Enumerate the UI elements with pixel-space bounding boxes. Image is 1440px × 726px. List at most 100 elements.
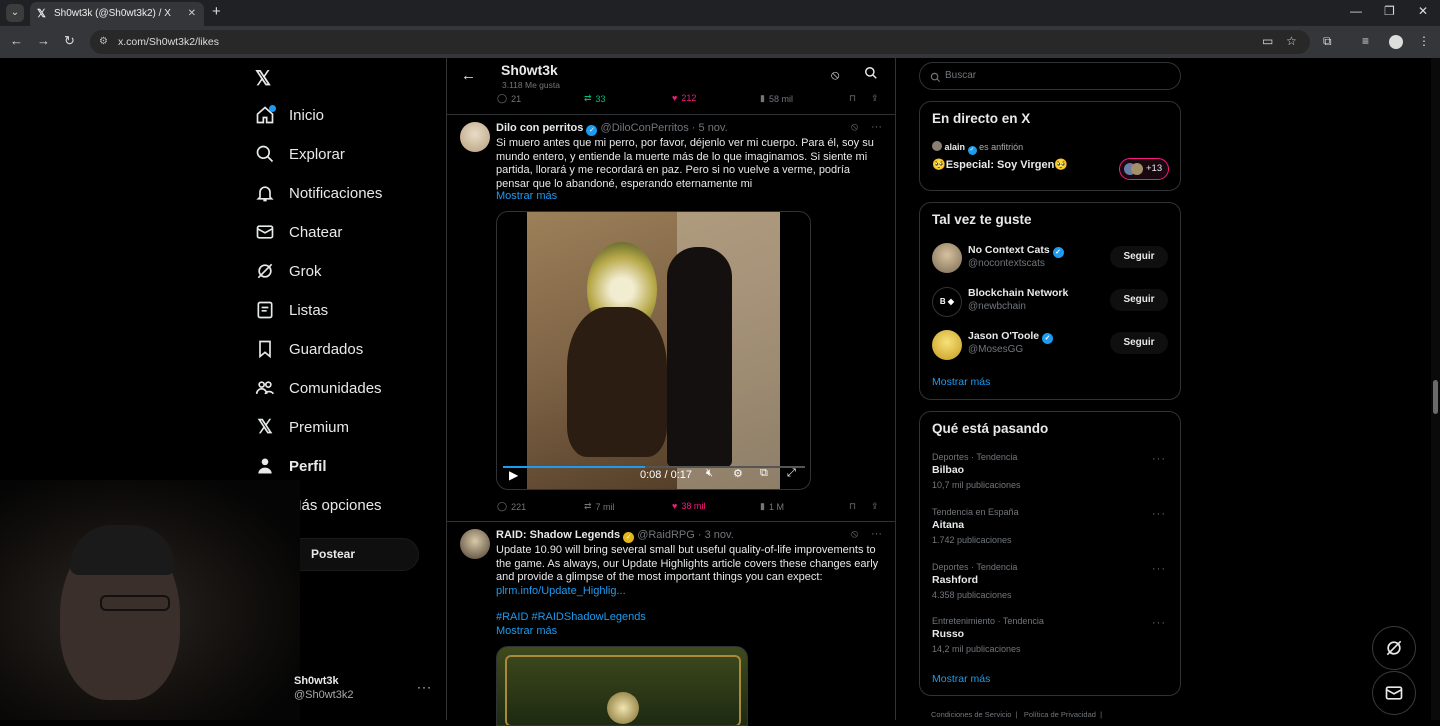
media-icon[interactable]: ≡: [1362, 34, 1369, 48]
bookmark-icon[interactable]: ⊓: [849, 501, 856, 512]
show-more-link[interactable]: Mostrar más: [932, 376, 990, 388]
verified-badge-icon: ✓: [586, 125, 598, 136]
trend-more-icon[interactable]: ···: [1152, 563, 1166, 575]
share-icon[interactable]: ⇪: [871, 501, 879, 512]
bookmark-icon[interactable]: ⊓: [849, 93, 856, 104]
like-action[interactable]: ♥ 212: [672, 93, 696, 103]
like-action[interactable]: ♥ 38 mil: [672, 501, 705, 511]
back-icon[interactable]: ←: [10, 33, 23, 48]
tweet-date[interactable]: · 3 nov.: [698, 529, 734, 541]
avatar[interactable]: [932, 243, 962, 273]
account-more-icon[interactable]: ···: [417, 680, 432, 694]
restore-icon[interactable]: ❐: [1384, 4, 1395, 18]
follow-button[interactable]: Seguir: [1110, 246, 1168, 268]
tweet-image[interactable]: [496, 646, 748, 726]
tab-search-button[interactable]: ⌄: [6, 4, 24, 22]
messages-fab[interactable]: [1372, 671, 1416, 715]
x-logo-icon[interactable]: 𝕏: [255, 66, 271, 91]
more-icon[interactable]: ···: [871, 121, 882, 133]
mail-icon: [1385, 686, 1403, 700]
avatar[interactable]: [932, 330, 962, 360]
site-info-icon[interactable]: ⚙: [99, 30, 108, 54]
show-more-link[interactable]: Mostrar más: [932, 673, 990, 685]
close-window-icon[interactable]: ✕: [1418, 4, 1428, 18]
author-name[interactable]: RAID: Shadow Legends: [496, 529, 620, 541]
grok-fab[interactable]: [1372, 626, 1416, 670]
views-action[interactable]: ▮ 58 mil: [760, 93, 793, 104]
suggest-name[interactable]: Jason O'Toole ✓: [968, 330, 1054, 344]
browser-menu-icon[interactable]: ⋮: [1418, 34, 1430, 48]
live-host[interactable]: alain ✓ es anfitrión: [932, 141, 1023, 155]
trend-more-icon[interactable]: ···: [1152, 508, 1166, 520]
repost-action[interactable]: ⇄ 33: [584, 93, 606, 104]
trend-name[interactable]: Bilbao: [932, 464, 964, 476]
sidebar-item-grok[interactable]: Grok: [254, 257, 434, 285]
author-handle[interactable]: @RaidRPG: [637, 529, 695, 541]
play-icon[interactable]: ▶: [509, 468, 518, 482]
sidebar-item-guardados[interactable]: Guardados: [254, 335, 434, 363]
divider: [447, 114, 895, 115]
sidebar-item-premium[interactable]: 𝕏 Premium: [254, 413, 434, 441]
tweet-link[interactable]: plrm.info/Update_Highlig...: [496, 585, 626, 597]
search-input[interactable]: Buscar: [919, 62, 1181, 90]
views-action[interactable]: ▮ 1 M: [760, 501, 784, 512]
sidebar-item-notificaciones[interactable]: Notificaciones: [254, 179, 434, 207]
new-tab-button[interactable]: +: [212, 3, 221, 20]
suggest-name[interactable]: No Context Cats ✓: [968, 244, 1064, 258]
back-arrow-icon[interactable]: ←: [461, 67, 476, 84]
pip-icon[interactable]: ⧉: [760, 467, 768, 480]
search-icon[interactable]: [864, 66, 878, 85]
author-handle[interactable]: @DiloConPerritos: [601, 122, 689, 134]
share-icon[interactable]: ⇪: [871, 93, 879, 104]
page-scrollbar[interactable]: [1431, 58, 1440, 720]
listeners-pill[interactable]: +13: [1119, 158, 1169, 180]
more-icon[interactable]: ···: [871, 528, 882, 540]
trend-more-icon[interactable]: ···: [1152, 617, 1166, 629]
author-name[interactable]: Dilo con perritos: [496, 122, 583, 134]
settings-icon[interactable]: ⚙: [733, 467, 743, 480]
cast-icon[interactable]: ▭: [1262, 34, 1273, 48]
live-title: En directo en X: [932, 111, 1031, 126]
follow-button[interactable]: Seguir: [1110, 332, 1168, 354]
sidebar-item-chatear[interactable]: Chatear: [254, 218, 434, 246]
scrollbar-thumb[interactable]: [1433, 380, 1438, 414]
forward-icon[interactable]: →: [37, 33, 50, 48]
sidebar-item-comunidades[interactable]: Comunidades: [254, 374, 434, 402]
grok-icon[interactable]: ⦸: [851, 121, 858, 134]
trend-name[interactable]: Rashford: [932, 574, 978, 586]
close-tab-icon[interactable]: ✕: [188, 2, 196, 26]
space-title[interactable]: 🥺Especial: Soy Virgen🥺: [932, 158, 1068, 171]
footer-links[interactable]: Condiciones de Servicio | Política de Pr…: [931, 710, 1102, 719]
suggest-name[interactable]: Blockchain Network: [968, 287, 1068, 299]
avatar[interactable]: [460, 529, 490, 559]
sidebar-item-explorar[interactable]: Explorar: [254, 140, 434, 168]
mute-icon[interactable]: 🔇︎: [706, 467, 713, 480]
avatar[interactable]: B ◆: [932, 287, 962, 317]
browser-tab[interactable]: 𝕏 Sh0wt3k (@Sh0wt3k2) / X ✕: [30, 2, 204, 26]
reply-action[interactable]: ◯ 21: [497, 93, 521, 104]
show-more-link[interactable]: Mostrar más: [496, 190, 557, 202]
avatar[interactable]: [460, 122, 490, 152]
follow-button[interactable]: Seguir: [1110, 289, 1168, 311]
extensions-icon[interactable]: ⧉: [1323, 34, 1332, 49]
reply-action[interactable]: ◯ 221: [497, 501, 526, 512]
fullscreen-icon[interactable]: ⤢: [787, 467, 796, 480]
tweet-date[interactable]: · 5 nov.: [692, 122, 728, 134]
trend-name[interactable]: Aitana: [932, 519, 964, 531]
hashtags[interactable]: #RAID #RAIDShadowLegends: [496, 611, 646, 623]
bookmark-star-icon[interactable]: ☆: [1286, 34, 1297, 48]
sidebar-item-inicio[interactable]: Inicio: [254, 101, 434, 129]
trend-more-icon[interactable]: ···: [1152, 453, 1166, 465]
address-bar[interactable]: ⚙ x.com/Sh0wt3k2/likes: [90, 30, 1310, 54]
minimize-icon[interactable]: —: [1350, 4, 1362, 18]
video-player[interactable]: ▶ 0:08 / 0:17 🔇︎ ⚙ ⧉ ⤢: [496, 211, 811, 490]
trend-name[interactable]: Russo: [932, 628, 964, 640]
reload-icon[interactable]: ↻: [64, 33, 75, 49]
show-more-link[interactable]: Mostrar más: [496, 625, 557, 637]
sidebar-item-perfil[interactable]: Perfil: [254, 452, 434, 480]
profile-avatar-icon[interactable]: [1389, 35, 1403, 49]
grok-icon[interactable]: ⦸: [831, 67, 839, 83]
repost-action[interactable]: ⇄ 7 mil: [584, 501, 615, 512]
grok-icon[interactable]: ⦸: [851, 528, 858, 541]
sidebar-item-listas[interactable]: Listas: [254, 296, 434, 324]
